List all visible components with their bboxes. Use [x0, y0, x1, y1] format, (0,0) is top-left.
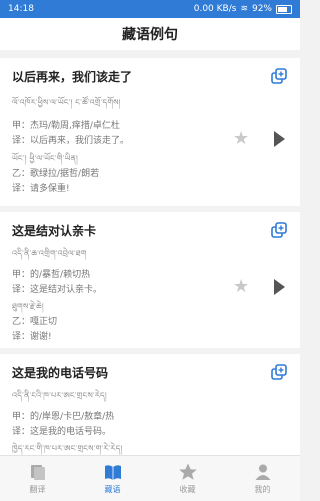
book-icon — [104, 465, 121, 480]
battery-percent: 92% — [251, 4, 272, 14]
copy-icon[interactable] — [270, 222, 288, 240]
play-icon[interactable] — [274, 279, 285, 295]
tab-label: 收藏 — [179, 485, 196, 494]
wifi-icon: ≋ — [240, 4, 248, 14]
speaker-b-line: 乙：嘎正切 — [12, 317, 58, 327]
tibetan-line: འདི་ནི་ངའི་ཁ་པར་ཨང་གྲངས་རེད། — [12, 391, 107, 400]
tab-label: 藏语 — [104, 485, 121, 494]
status-right: 0.00 KB/s ≋ 92% — [194, 4, 292, 14]
favorite-star-icon[interactable]: ★ — [233, 130, 249, 148]
star-icon — [178, 463, 197, 480]
tab-label: 我的 — [254, 485, 271, 494]
user-icon — [255, 464, 270, 480]
speaker-a-line: 甲：的/暴哲/赖切热 — [12, 270, 91, 280]
tibetan-line: ལོ་འཁོར་ཕྱིས་ལ་ཡོང་། ང་ཚོ་འགྲོ་དགོས། — [12, 98, 121, 107]
translation-line: 译：这是结对认亲卡。 — [12, 285, 103, 295]
sentence-card: 这是结对认亲卡 འདི་ནི་ཆ་འགྲིག་འབྲེལ་ཐག 甲：的/暴哲/赖… — [0, 212, 300, 348]
copy-icon[interactable] — [270, 68, 288, 86]
sentence-title: 以后再来，我们该走了 — [12, 70, 133, 84]
favorite-star-icon[interactable]: ★ — [233, 278, 249, 296]
status-time: 14:18 — [8, 4, 34, 14]
translation-line: 译：以后再来，我们该走了。 — [12, 136, 130, 146]
tibetan-line: ཁྱེད་རང་གི་ཁ་པར་ཨང་གྲངས་ག་རེ་རེད། — [12, 444, 123, 453]
tab-profile[interactable]: 我的 — [225, 456, 300, 501]
tibetan-line: འདི་ནི་ཆ་འགྲིག་འབྲེལ་ཐག — [12, 249, 87, 258]
speaker-a-line: 甲：的/岸恩/卡巴/敖章/热 — [12, 412, 115, 422]
play-icon[interactable] — [274, 131, 285, 147]
translation-line: 译：请多保重! — [12, 184, 70, 194]
translate-icon — [30, 465, 45, 480]
speaker-a-line: 甲：杰玛/勒周,痒措/卓仁杜 — [12, 121, 120, 131]
tab-label: 翻译 — [29, 485, 46, 494]
network-speed: 0.00 KB/s — [193, 4, 237, 14]
status-bar: 14:18 0.00 KB/s ≋ 92% — [0, 0, 300, 18]
sentence-card: 以后再来，我们该走了 ལོ་འཁོར་ཕྱིས་ལ་ཡོང་། ང་ཚོ་འགྲ… — [0, 58, 300, 206]
sentence-list[interactable]: 以后再来，我们该走了 ལོ་འཁོར་ཕྱིས་ལ་ཡོང་། ང་ཚོ་འགྲ… — [0, 50, 300, 455]
battery-icon — [276, 4, 292, 14]
page-header: 藏语例句 — [0, 18, 300, 50]
bottom-tab-bar: 翻译 藏语 收藏 我的 — [0, 455, 300, 501]
tab-favorites[interactable]: 收藏 — [150, 456, 225, 501]
sentence-title: 这是结对认亲卡 — [12, 224, 97, 238]
speaker-b-line: 乙：歌绿拉/据哲/朗若 — [12, 169, 100, 179]
tab-translate[interactable]: 翻译 — [0, 456, 75, 501]
tab-tibetan[interactable]: 藏语 — [75, 456, 150, 501]
copy-icon[interactable] — [270, 364, 288, 382]
sentence-card: 这是我的电话号码 འདི་ནི་ངའི་ཁ་པར་ཨང་གྲངས་རེད། 甲：… — [0, 354, 300, 455]
translation-line: 译：谢谢! — [12, 332, 52, 342]
page-title: 藏语例句 — [122, 27, 178, 43]
sentence-title: 这是我的电话号码 — [12, 366, 109, 380]
translation-line: 译：这是我的电话号码。 — [12, 427, 112, 437]
